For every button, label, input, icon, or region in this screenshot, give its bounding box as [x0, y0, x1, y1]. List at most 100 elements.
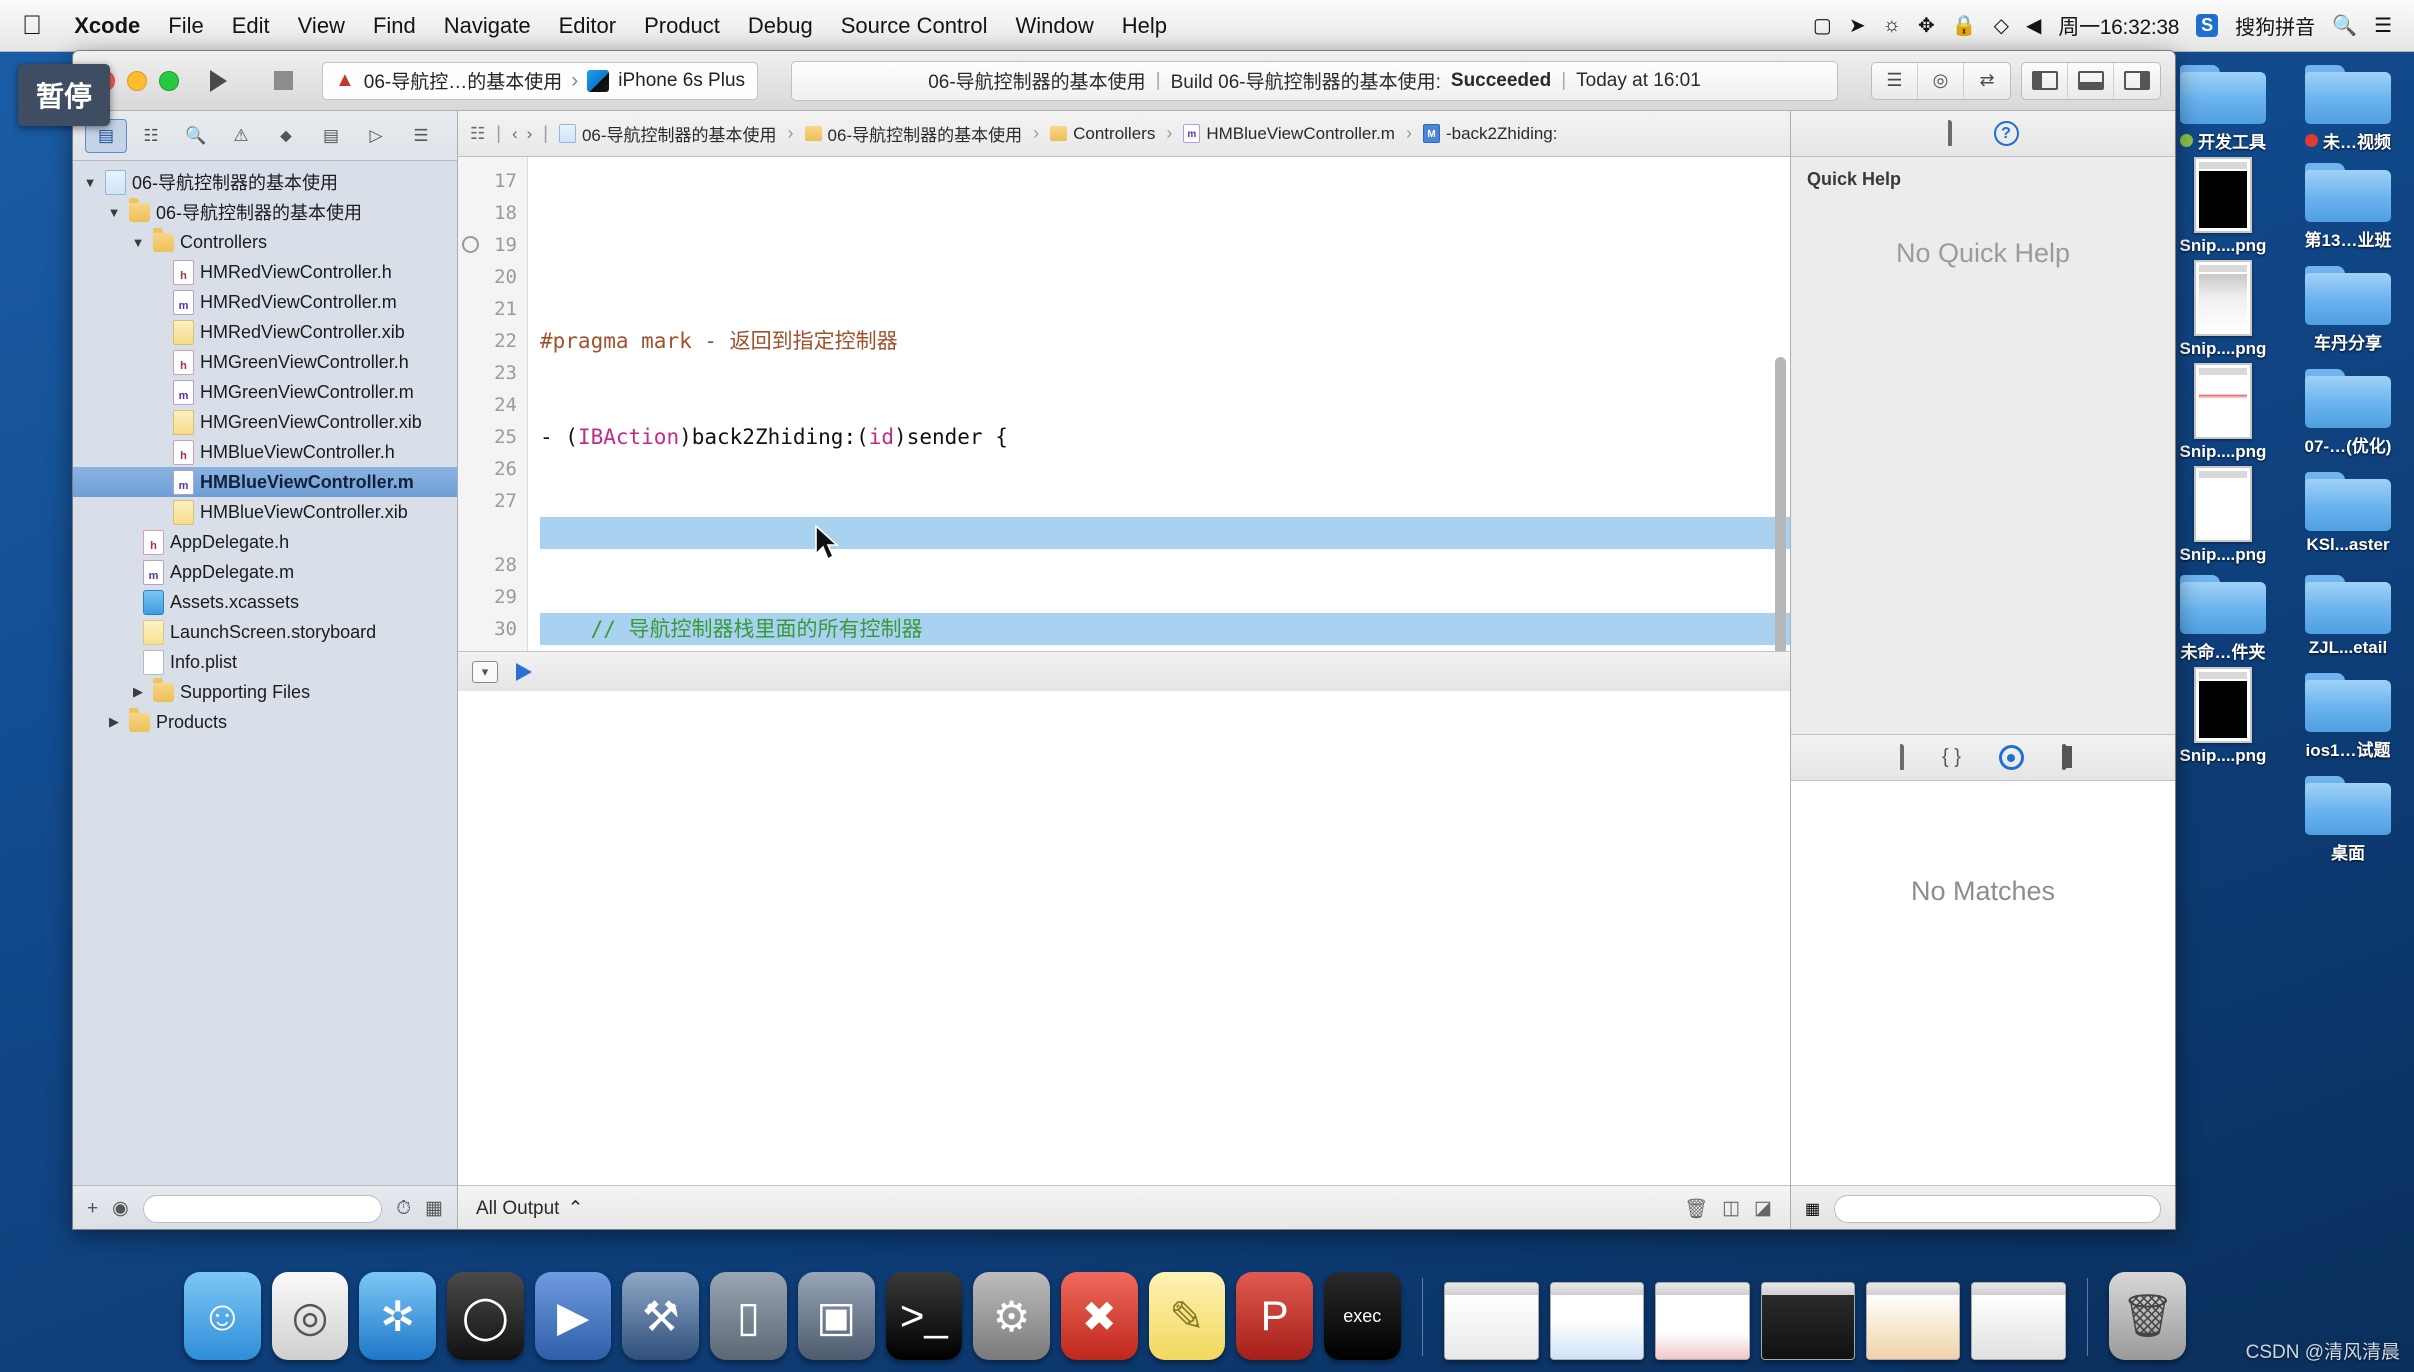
go-back-button[interactable]: ‹ — [512, 124, 518, 144]
library-search-input[interactable] — [1834, 1194, 2161, 1223]
desktop-icon[interactable]: Snip....png — [2164, 667, 2282, 766]
desktop-icon[interactable]: ios1…试题 — [2289, 667, 2407, 766]
quicktime-icon[interactable]: ▶ — [534, 1272, 612, 1360]
desktop-icon[interactable]: 车丹分享 — [2289, 260, 2407, 359]
toggle-navigator-button[interactable] — [2022, 62, 2068, 99]
editor-scrollbar[interactable] — [1775, 357, 1786, 651]
library-grid-icon[interactable]: ▦ — [1805, 1199, 1820, 1219]
assistant-editor-button[interactable]: ◎ — [1918, 62, 1964, 99]
debug-navigator-tab[interactable]: ▤ — [310, 119, 352, 153]
tree-row-file[interactable]: h HMGreenViewController.h — [73, 347, 457, 377]
console-filter-label[interactable]: All Output — [476, 1198, 559, 1220]
continue-execution-icon[interactable] — [516, 662, 532, 681]
code-snippet-library-icon[interactable]: { } — [1942, 746, 1961, 769]
airdrop-icon[interactable]: ✥ — [1918, 13, 1935, 38]
xmind-icon[interactable]: ✖ — [1060, 1272, 1138, 1360]
tree-row-file[interactable]: HMBlueViewController.xib — [73, 497, 457, 527]
screen-record-icon[interactable]: ▢ — [1813, 13, 1832, 38]
related-items-icon[interactable]: ☷ — [470, 124, 485, 144]
tree-row-products[interactable]: ▶ Products — [73, 707, 457, 737]
filter-icon[interactable]: ◉ — [112, 1197, 129, 1220]
source-code-area[interactable]: 17 18 19 20 21 22 23 24 25 26 27 28 29 3… — [458, 157, 1790, 651]
menu-find[interactable]: Find — [359, 13, 430, 39]
unsaved-icon[interactable]: ▦ — [425, 1197, 443, 1220]
desktop-icon[interactable]: 07-…(优化) — [2289, 363, 2407, 462]
desktop-icon[interactable]: Snip....png — [2164, 363, 2282, 462]
minimize-button[interactable] — [127, 70, 147, 91]
tree-row-file[interactable]: LaunchScreen.storyboard — [73, 617, 457, 647]
disclosure-triangle-icon[interactable]: ▼ — [81, 175, 99, 190]
tree-row-file[interactable]: m HMRedViewController.m — [73, 287, 457, 317]
show-console-left-icon[interactable]: ◫ — [1722, 1197, 1740, 1220]
report-navigator-tab[interactable]: ☰ — [400, 119, 442, 153]
disclosure-triangle-icon[interactable]: ▶ — [129, 684, 147, 700]
menu-editor[interactable]: Editor — [545, 13, 630, 39]
hide-debug-area-icon[interactable]: ▾ — [472, 660, 498, 683]
system-preferences-icon[interactable]: ⚙ — [973, 1272, 1050, 1360]
apple-icon[interactable]:  — [22, 12, 42, 39]
quick-help-icon[interactable]: ? — [1993, 121, 2019, 146]
tree-row-group[interactable]: ▼ 06-导航控制器的基本使用 — [73, 197, 457, 227]
navigator-filter-field[interactable] — [142, 1194, 383, 1223]
tree-row-file[interactable]: Assets.xcassets — [73, 587, 457, 617]
tree-row-file[interactable]: m AppDelegate.m — [73, 557, 457, 587]
tree-row-project[interactable]: ▼ 06-导航控制器的基本使用 — [73, 167, 457, 197]
notes-icon[interactable]: ✎ — [1148, 1272, 1226, 1360]
tree-row-file[interactable]: h HMRedViewController.h — [73, 257, 457, 287]
finder-icon[interactable]: ☺ — [184, 1272, 261, 1360]
menu-clock[interactable]: 周一16:32:38 — [2058, 11, 2179, 41]
bluetooth-icon[interactable]: ☼ — [1883, 14, 1901, 37]
lock-icon[interactable]: 🔒 — [1952, 13, 1977, 38]
minimized-window[interactable] — [1444, 1282, 1539, 1360]
menu-help[interactable]: Help — [1108, 13, 1181, 39]
desktop-icon[interactable]: Snip....png — [2164, 260, 2282, 359]
menu-view[interactable]: View — [284, 13, 359, 39]
mouse-utility-icon[interactable]: ◯ — [447, 1272, 524, 1360]
instruments-icon[interactable]: ▣ — [797, 1272, 875, 1360]
desktop-icon[interactable] — [2164, 770, 2282, 864]
desktop-icon[interactable]: Snip....png — [2164, 466, 2282, 565]
ime-badge[interactable]: S — [2196, 14, 2219, 37]
tree-row-controllers[interactable]: ▼ Controllers — [73, 227, 457, 257]
trash-icon[interactable]: 🗑 — [1684, 1197, 1708, 1221]
ime-label[interactable]: 搜狗拼音 — [2235, 11, 2315, 40]
code-text[interactable]: #pragma mark - 返回到指定控制器 - (IBAction)back… — [528, 157, 1790, 651]
simulator-icon[interactable]: ▯ — [710, 1272, 787, 1360]
show-console-right-icon[interactable]: ◪ — [1754, 1197, 1772, 1220]
source-control-navigator-tab[interactable]: ☷ — [130, 119, 172, 153]
disclosure-triangle-icon[interactable]: ▼ — [129, 235, 147, 250]
dropbox-icon[interactable]: ◇ — [1994, 13, 2009, 38]
tree-row-file-selected[interactable]: m HMBlueViewController.m — [73, 467, 457, 497]
add-file-button[interactable]: + — [87, 1198, 98, 1220]
toggle-debug-area-button[interactable] — [2068, 62, 2114, 99]
zoom-button[interactable] — [159, 70, 179, 91]
test-navigator-tab[interactable]: ⬥ — [265, 119, 307, 153]
location-icon[interactable]: ➤ — [1849, 13, 1866, 38]
tree-row-file[interactable]: h HMBlueViewController.h — [73, 437, 457, 467]
executable-icon[interactable]: exec — [1323, 1272, 1401, 1360]
terminal-icon[interactable]: >_ — [885, 1272, 963, 1360]
console-filter-chevron-icon[interactable]: ⌃ — [567, 1197, 583, 1220]
issue-navigator-tab[interactable]: ⚠ — [220, 119, 262, 153]
tree-row-file[interactable]: Info.plist — [73, 647, 457, 677]
standard-editor-button[interactable]: ☰ — [1872, 62, 1918, 99]
desktop-icon[interactable]: 未命…件夹 — [2164, 569, 2282, 663]
run-button[interactable] — [192, 62, 244, 100]
tree-row-file[interactable]: HMRedViewController.xib — [73, 317, 457, 347]
breadcrumb-project[interactable]: 06-导航控制器的基本使用 — [558, 121, 777, 146]
launchpad-icon[interactable]: ◎ — [271, 1272, 349, 1360]
xcode-icon[interactable]: ⚒ — [622, 1272, 700, 1360]
desktop-icon[interactable]: 未…视频 — [2289, 59, 2407, 153]
breadcrumb-group[interactable]: 06-导航控制器的基本使用 — [804, 121, 1022, 146]
tree-row-file[interactable]: h AppDelegate.h — [73, 527, 457, 557]
volume-icon[interactable]: ◀ — [2026, 13, 2041, 38]
breadcrumb-symbol[interactable]: M -back2Zhiding: — [1422, 124, 1558, 144]
menu-navigate[interactable]: Navigate — [430, 13, 545, 39]
minimized-window[interactable] — [1971, 1282, 2066, 1360]
find-navigator-tab[interactable]: 🔍 — [175, 119, 217, 153]
safari-icon[interactable]: ✲ — [359, 1272, 437, 1360]
media-library-icon[interactable] — [2061, 744, 2066, 770]
desktop-icon[interactable]: Snip....png — [2164, 157, 2282, 256]
minimized-window[interactable] — [1865, 1282, 1961, 1360]
tree-row-group[interactable]: ▶ Supporting Files — [73, 677, 457, 707]
